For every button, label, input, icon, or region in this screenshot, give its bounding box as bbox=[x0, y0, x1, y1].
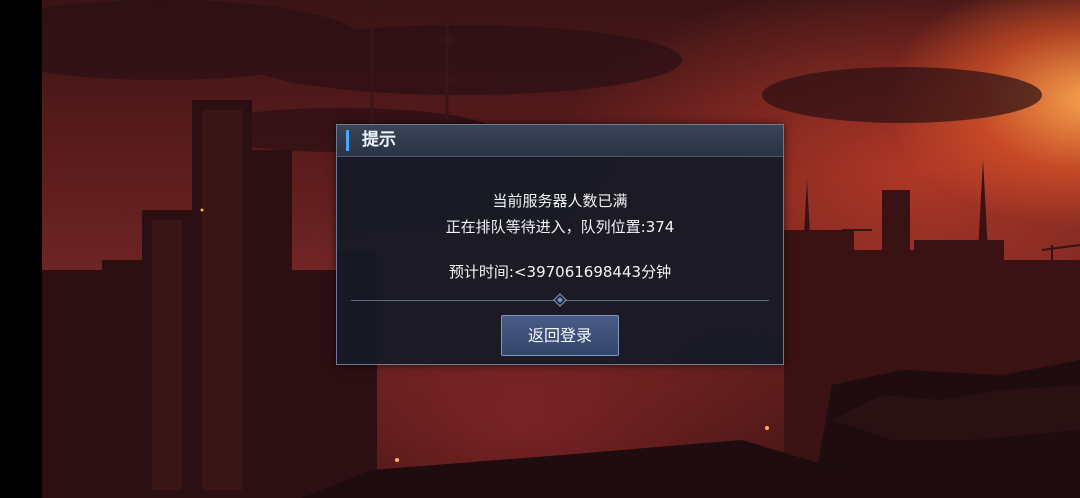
title-accent-bar bbox=[346, 130, 349, 151]
queue-position-message: 正在排队等待进入，队列位置:374 bbox=[445, 218, 675, 236]
estimated-time-message: 预计时间:<397061698443分钟 bbox=[448, 263, 672, 281]
letterbox-bar bbox=[0, 0, 42, 498]
server-full-message: 当前服务器人数已满 bbox=[492, 192, 628, 210]
return-login-button[interactable]: 返回登录 bbox=[501, 315, 619, 356]
dialog-header: 提示 bbox=[337, 125, 783, 157]
game-screen: 提示 当前服务器人数已满 正在排队等待进入，队列位置:374 预计时间:<397… bbox=[0, 0, 1080, 498]
notice-dialog: 提示 当前服务器人数已满 正在排队等待进入，队列位置:374 预计时间:<397… bbox=[336, 124, 784, 365]
diamond-ornament-icon bbox=[553, 293, 567, 307]
dialog-title: 提示 bbox=[362, 130, 396, 150]
